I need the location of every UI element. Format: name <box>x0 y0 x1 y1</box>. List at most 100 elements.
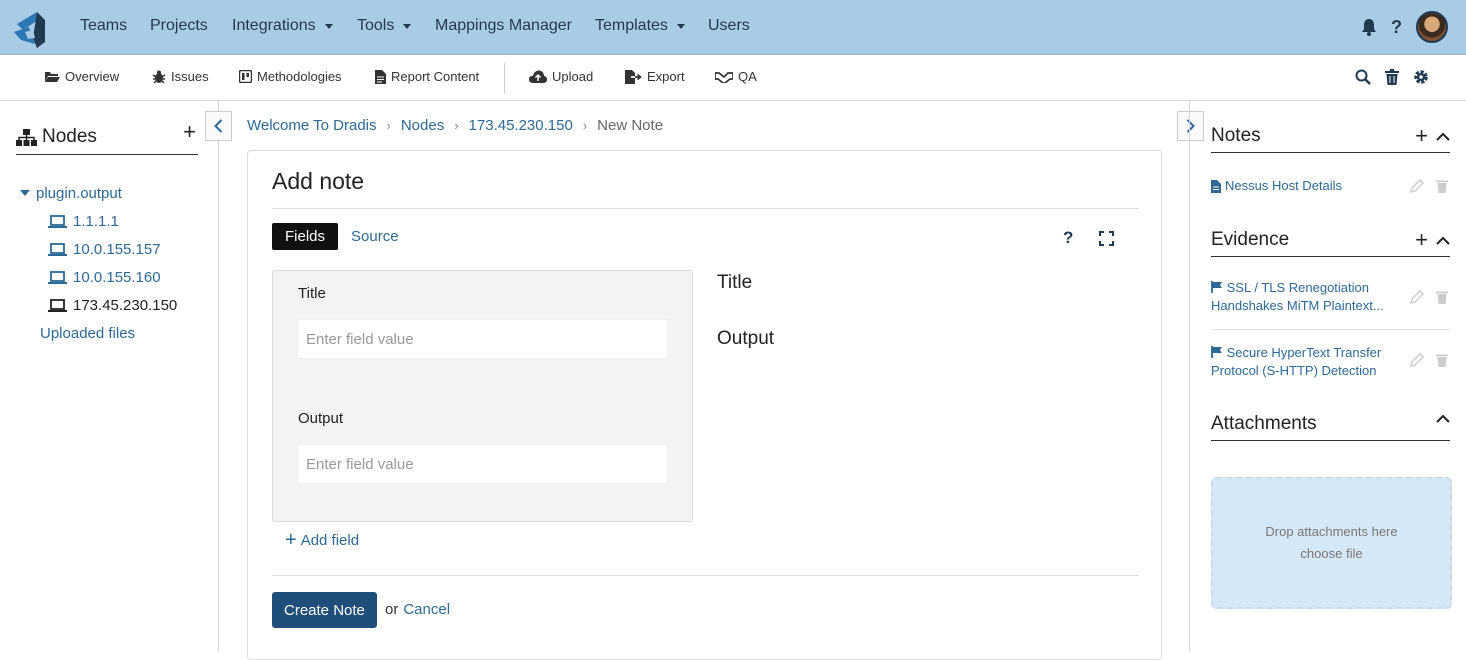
trash-icon[interactable] <box>1385 69 1399 85</box>
add-field-button[interactable]: + Add field <box>285 529 359 551</box>
plus-icon: + <box>285 529 297 551</box>
add-note-icon[interactable]: + <box>1415 125 1428 147</box>
caret-down-icon <box>324 24 333 29</box>
add-node-icon[interactable]: + <box>183 121 196 143</box>
dradis-logo[interactable] <box>11 8 53 50</box>
flag-icon <box>1211 281 1222 293</box>
bell-icon[interactable] <box>1361 18 1377 36</box>
tree-node[interactable]: 10.0.155.157 <box>20 235 177 263</box>
folder-open-icon <box>45 72 60 82</box>
evidence-item[interactable]: SSL / TLS Renegotiation Handshakes MiTM … <box>1211 278 1450 330</box>
nav-mappings-manager[interactable]: Mappings Manager <box>435 17 572 35</box>
uploaded-files-link[interactable]: Uploaded files <box>20 319 177 347</box>
fields-panel: Title Output <box>272 270 693 522</box>
evidence-item[interactable]: Secure HyperText Transfer Protocol (S-HT… <box>1211 343 1450 383</box>
breadcrumb: Welcome To Dradis › Nodes › 173.45.230.1… <box>247 117 663 134</box>
attachments-dropzone[interactable]: Drop attachments here choose file <box>1211 477 1452 609</box>
issues-link[interactable]: Issues <box>152 69 209 84</box>
breadcrumb-nodes[interactable]: Nodes <box>401 117 444 134</box>
search-icon[interactable] <box>1355 69 1371 85</box>
nodes-sidebar: Nodes + plugin.output 1.1.1.1 10.0.155.1… <box>0 101 219 652</box>
expand-icon[interactable] <box>1099 230 1115 246</box>
caret-down-icon[interactable] <box>20 190 30 196</box>
top-navbar: Teams Projects Integrations Tools Mappin… <box>0 0 1466 55</box>
trash-icon[interactable] <box>1436 353 1448 367</box>
nav-tools[interactable]: Tools <box>357 17 412 35</box>
tab-fields[interactable]: Fields <box>272 223 339 250</box>
attachments-title: Attachments <box>1211 413 1317 434</box>
cancel-link[interactable]: Cancel <box>403 601 450 618</box>
create-note-button[interactable]: Create Note <box>272 592 377 628</box>
export-link[interactable]: Export <box>625 69 685 84</box>
gear-icon[interactable] <box>1413 69 1429 85</box>
nav-teams[interactable]: Teams <box>80 17 127 35</box>
flag-icon <box>1211 346 1222 358</box>
overview-link[interactable]: Overview <box>44 69 119 84</box>
laptop-icon <box>48 270 67 284</box>
node-tree: plugin.output 1.1.1.1 10.0.155.157 10.0.… <box>20 179 177 347</box>
upload-link[interactable]: Upload <box>529 69 593 84</box>
divider <box>272 575 1138 576</box>
file-text-icon <box>1211 179 1221 193</box>
nodes-header: Nodes + <box>16 120 198 155</box>
attachments-header: Attachments <box>1211 406 1450 441</box>
page-title: Add note <box>272 168 365 194</box>
preview-output: Output <box>717 328 775 349</box>
tree-node[interactable]: 1.1.1.1 <box>20 207 177 235</box>
add-evidence-icon[interactable]: + <box>1415 229 1428 251</box>
pencil-icon[interactable] <box>1410 353 1424 367</box>
chevron-up-icon[interactable] <box>1436 236 1450 245</box>
nav-projects[interactable]: Projects <box>150 17 208 35</box>
methodologies-link[interactable]: Methodologies <box>239 69 342 84</box>
handshake-icon <box>715 71 733 83</box>
user-avatar[interactable] <box>1416 11 1448 43</box>
chevron-up-icon[interactable] <box>1436 414 1450 423</box>
bug-icon <box>152 70 166 84</box>
drop-text: Drop attachments here <box>1265 524 1398 539</box>
tree-node[interactable]: 10.0.155.160 <box>20 263 177 291</box>
laptop-icon <box>48 242 67 256</box>
or-text: or <box>385 601 399 618</box>
trash-icon[interactable] <box>1436 179 1448 193</box>
chevron-up-icon[interactable] <box>1436 132 1450 141</box>
qa-link[interactable]: QA <box>715 69 757 84</box>
notes-header: Notes + <box>1211 118 1450 153</box>
tree-node-root[interactable]: plugin.output <box>20 179 177 207</box>
caret-down-icon <box>676 24 685 29</box>
file-export-icon <box>625 69 642 84</box>
breadcrumb-current: New Note <box>597 117 664 134</box>
tree-node-active[interactable]: 173.45.230.150 <box>20 291 177 319</box>
breadcrumb-home[interactable]: Welcome To Dradis <box>247 117 377 134</box>
choose-file-link[interactable]: choose file <box>1300 543 1362 565</box>
note-item[interactable]: Nessus Host Details <box>1211 176 1450 198</box>
output-field-label: Output <box>298 410 344 427</box>
output-field-input[interactable] <box>297 444 668 484</box>
trash-icon[interactable] <box>1436 290 1448 304</box>
notes-title: Notes <box>1211 125 1261 146</box>
collapse-left-sidebar-button[interactable] <box>205 111 232 141</box>
nav-templates[interactable]: Templates <box>595 17 685 35</box>
chevron-right-icon: › <box>582 118 588 133</box>
title-field-input[interactable] <box>297 319 668 359</box>
cloud-upload-icon <box>529 70 547 83</box>
help-icon[interactable]: ? <box>1391 17 1402 38</box>
editor-tabs: Fields Source <box>272 223 412 250</box>
tab-source[interactable]: Source <box>338 223 412 250</box>
pencil-icon[interactable] <box>1410 290 1424 304</box>
add-note-card: Add note Fields Source ? Title Output Ti… <box>247 150 1162 660</box>
help-icon[interactable]: ? <box>1063 228 1073 248</box>
laptop-icon <box>48 214 67 228</box>
project-toolbar: Overview Issues Methodologies Report Con… <box>0 55 1466 101</box>
title-field-label: Title <box>298 285 326 302</box>
right-sidebar: Notes + Nessus Host Details Evidence + S… <box>1189 101 1466 652</box>
pencil-icon[interactable] <box>1410 179 1424 193</box>
laptop-icon <box>48 298 67 312</box>
breadcrumb-node[interactable]: 173.45.230.150 <box>469 117 573 134</box>
nav-users[interactable]: Users <box>708 17 750 35</box>
board-icon <box>239 70 252 83</box>
sitemap-icon <box>16 128 37 146</box>
nav-integrations[interactable]: Integrations <box>232 17 333 35</box>
evidence-title: Evidence <box>1211 229 1290 250</box>
report-content-link[interactable]: Report Content <box>375 69 479 84</box>
chevron-right-icon: › <box>454 118 459 133</box>
